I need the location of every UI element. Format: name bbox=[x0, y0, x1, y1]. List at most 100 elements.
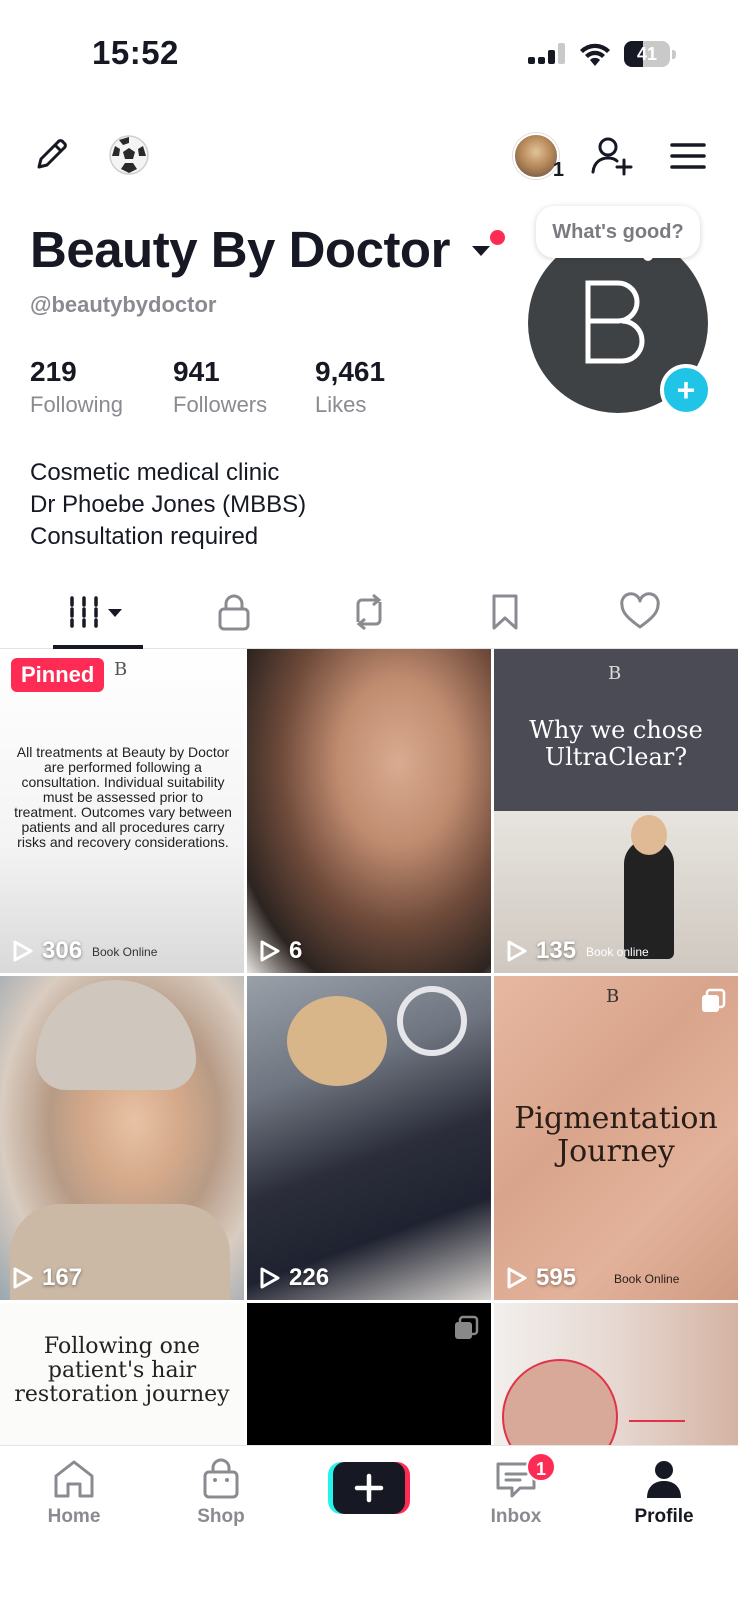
carousel-icon bbox=[702, 988, 726, 1012]
bio-line: Dr Phoebe Jones (MBBS) bbox=[30, 491, 307, 518]
carousel-icon bbox=[455, 1315, 479, 1339]
book-online-label: Book online bbox=[586, 945, 649, 959]
followers-count: 941 bbox=[173, 356, 220, 387]
home-icon bbox=[54, 1460, 94, 1498]
brand-logo-icon: B bbox=[114, 659, 128, 680]
view-count-value: 306 bbox=[42, 937, 83, 964]
status-bar: 15:52 41 bbox=[0, 0, 738, 110]
view-count: 226 bbox=[259, 1264, 329, 1292]
bottom-navigation: Home Shop Inbox 1 Profile bbox=[0, 1445, 738, 1600]
grid-icon bbox=[70, 596, 122, 628]
nav-label: Profile bbox=[634, 1506, 694, 1527]
battery-icon: 41 bbox=[624, 41, 676, 67]
video-tile[interactable]: 226 bbox=[247, 976, 491, 1300]
video-tile[interactable]: B Pigmentation Journey 595 Book Online bbox=[494, 976, 738, 1300]
view-count: 135 bbox=[506, 937, 576, 965]
likes-count: 9,461 bbox=[315, 356, 386, 387]
add-friends-button[interactable] bbox=[584, 128, 640, 184]
nav-shop[interactable]: Shop bbox=[161, 1458, 281, 1548]
profile-handle: @beautybydoctor bbox=[30, 292, 217, 317]
video-tile[interactable]: Following one patient's hair restoration… bbox=[0, 1303, 244, 1445]
nav-profile[interactable]: Profile bbox=[604, 1458, 724, 1548]
avatar-count: 1 bbox=[552, 159, 564, 181]
play-icon bbox=[13, 940, 33, 962]
video-title: Following one patient's hair restoration… bbox=[14, 1334, 230, 1407]
video-caption-text: All treatments at Beauty by Doctor are p… bbox=[14, 744, 232, 850]
video-tile[interactable] bbox=[247, 1303, 491, 1445]
menu-icon bbox=[670, 143, 706, 169]
create-plus-icon[interactable] bbox=[328, 1462, 410, 1514]
following-stat[interactable]: 219 Following bbox=[30, 356, 123, 418]
menu-button[interactable] bbox=[660, 128, 716, 184]
video-grid: Pinned B All treatments at Beauty by Doc… bbox=[0, 649, 738, 1445]
view-count: 306 bbox=[12, 937, 82, 965]
tab-videos[interactable] bbox=[28, 575, 168, 649]
status-time: 15:52 bbox=[92, 34, 179, 71]
pointer-line bbox=[629, 1420, 685, 1422]
hair bbox=[287, 996, 387, 1086]
profile-icon bbox=[647, 1461, 681, 1498]
profile-bio: Cosmetic medical clinic Dr Phoebe Jones … bbox=[30, 457, 306, 553]
repost-icon bbox=[356, 593, 382, 631]
brand-logo-icon: B bbox=[608, 663, 622, 684]
soccer-ball-icon bbox=[109, 135, 149, 175]
book-online-label: Book Online bbox=[614, 1272, 680, 1286]
tab-favorites[interactable] bbox=[435, 575, 575, 649]
add-user-icon bbox=[591, 137, 633, 176]
soccer-ball-button[interactable] bbox=[104, 130, 154, 180]
profile-tabs bbox=[0, 575, 738, 649]
view-count-value: 167 bbox=[42, 1264, 83, 1291]
battery-level: 41 bbox=[636, 44, 658, 64]
video-tile[interactable] bbox=[494, 1303, 738, 1445]
magnified-circle bbox=[502, 1359, 618, 1445]
video-tile[interactable]: Pinned B All treatments at Beauty by Doc… bbox=[0, 649, 244, 973]
play-icon bbox=[13, 1267, 33, 1289]
video-tile[interactable]: B Why we chose UltraClear? 135 Book onli… bbox=[494, 649, 738, 973]
book-online-label: Book Online bbox=[92, 945, 158, 959]
shop-icon bbox=[203, 1458, 239, 1499]
tab-liked[interactable] bbox=[570, 575, 710, 649]
nav-inbox[interactable]: Inbox 1 bbox=[456, 1452, 576, 1548]
likes-stat[interactable]: 9,461 Likes bbox=[315, 356, 385, 418]
status-bubble[interactable]: What's good? bbox=[536, 206, 700, 258]
play-icon bbox=[260, 940, 280, 962]
view-count-value: 226 bbox=[289, 1264, 330, 1291]
view-count-value: 6 bbox=[289, 937, 303, 964]
profile-name: Beauty By Doctor bbox=[30, 221, 450, 278]
video-title: Pigmentation Journey bbox=[514, 1101, 718, 1169]
view-count: 6 bbox=[259, 937, 302, 965]
following-count: 219 bbox=[30, 356, 77, 387]
bio-line: Cosmetic medical clinic bbox=[30, 459, 280, 486]
play-icon bbox=[260, 1267, 280, 1289]
pencil-icon bbox=[37, 139, 67, 169]
view-count: 595 bbox=[506, 1264, 576, 1292]
nav-label: Inbox bbox=[490, 1506, 542, 1527]
profile-top-bar: 1 bbox=[0, 120, 738, 190]
edit-profile-button[interactable] bbox=[26, 130, 76, 180]
bubble-tail bbox=[643, 252, 653, 261]
account-dropdown-caret-icon[interactable] bbox=[470, 244, 492, 258]
inbox-badge: 1 bbox=[526, 1452, 556, 1482]
bio-line: Consultation required bbox=[30, 523, 259, 550]
beanie-hat bbox=[36, 980, 196, 1090]
nav-home[interactable]: Home bbox=[14, 1458, 134, 1548]
brand-logo-icon: B bbox=[606, 986, 620, 1007]
tab-reposts[interactable] bbox=[299, 575, 439, 649]
video-tile[interactable]: 167 bbox=[0, 976, 244, 1300]
wifi-icon bbox=[580, 43, 610, 66]
tab-private[interactable] bbox=[164, 575, 304, 649]
notification-dot bbox=[490, 230, 505, 245]
video-tile[interactable]: 6 bbox=[247, 649, 491, 973]
add-story-button[interactable]: + bbox=[660, 364, 712, 416]
person-head bbox=[631, 815, 667, 855]
account-switcher-button[interactable]: 1 bbox=[508, 128, 564, 184]
person-figure bbox=[624, 839, 674, 959]
following-label: Following bbox=[30, 392, 123, 417]
signal-icon bbox=[528, 43, 565, 64]
nav-label: Shop bbox=[197, 1506, 245, 1527]
profile-stats: 219 Following 941 Followers 9,461 Likes bbox=[30, 356, 480, 418]
likes-label: Likes bbox=[315, 392, 367, 417]
view-count-value: 595 bbox=[536, 1264, 577, 1291]
bookmark-icon bbox=[492, 594, 518, 630]
followers-stat[interactable]: 941 Followers bbox=[173, 356, 267, 418]
